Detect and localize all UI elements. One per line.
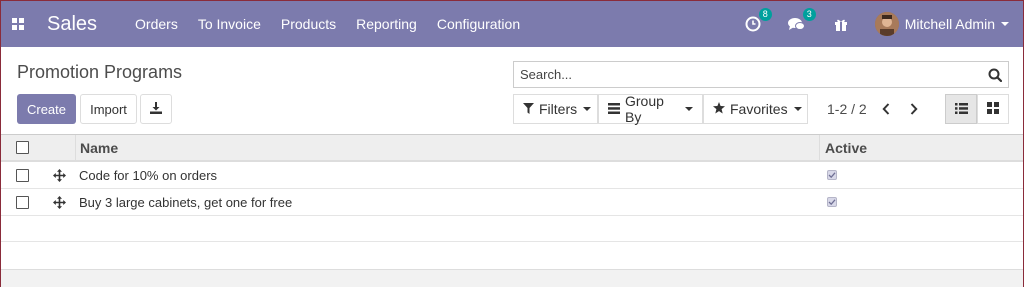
- gift-icon[interactable]: [831, 14, 851, 34]
- drag-handle-icon[interactable]: [43, 168, 75, 182]
- table-header: Name Active: [1, 134, 1023, 162]
- column-header-name[interactable]: Name: [75, 135, 819, 160]
- table-row[interactable]: Buy 3 large cabinets, get one for free: [1, 189, 1023, 216]
- user-name: Mitchell Admin: [904, 16, 995, 32]
- search-bar: [513, 61, 1009, 88]
- download-icon: [150, 101, 162, 117]
- kanban-view-icon: [987, 101, 999, 117]
- groupby-caret-icon: [685, 107, 693, 111]
- favorites-label: Favorites: [730, 101, 788, 117]
- row-name[interactable]: Buy 3 large cabinets, get one for free: [75, 195, 819, 210]
- activity-badge: 8: [758, 8, 772, 21]
- search-icon[interactable]: [982, 68, 1008, 82]
- menu-item-products[interactable]: Products: [281, 16, 336, 32]
- active-checkbox: [827, 197, 837, 207]
- pager-value[interactable]: 1-2 / 2: [827, 101, 867, 117]
- filters-dropdown[interactable]: Filters: [513, 94, 598, 124]
- systray: 8 3 Mitchell Admin: [743, 8, 1023, 36]
- row-checkbox[interactable]: [15, 168, 29, 182]
- row-active-cell: [819, 189, 1023, 215]
- row-active-cell: [819, 162, 1023, 188]
- favorites-dropdown[interactable]: Favorites: [703, 94, 808, 124]
- create-button[interactable]: Create: [17, 94, 76, 124]
- list-view-table: Name Active Code for 10% on orders Buy 3…: [1, 134, 1023, 242]
- app-brand[interactable]: Sales: [47, 13, 97, 36]
- messages-icon[interactable]: 3: [787, 8, 816, 34]
- row-select-cell: [1, 195, 43, 209]
- groupby-icon: [608, 101, 620, 117]
- empty-row: [1, 216, 1023, 242]
- menu-item-reporting[interactable]: Reporting: [356, 16, 417, 32]
- search-input[interactable]: [514, 62, 982, 87]
- user-avatar: [874, 12, 899, 36]
- list-view-button[interactable]: [945, 94, 977, 124]
- top-navbar: Sales Orders To Invoice Products Reporti…: [1, 1, 1023, 47]
- pager-previous-icon[interactable]: [877, 98, 895, 120]
- active-checkbox: [827, 170, 837, 180]
- star-icon: [713, 101, 725, 117]
- apps-menu-icon[interactable]: [1, 1, 35, 47]
- user-dropdown-caret-icon: [1001, 22, 1009, 26]
- groupby-dropdown[interactable]: Group By: [598, 93, 703, 125]
- user-menu[interactable]: Mitchell Admin: [874, 12, 1009, 36]
- row-name[interactable]: Code for 10% on orders: [75, 168, 819, 183]
- column-header-active[interactable]: Active: [819, 135, 1023, 160]
- menu-item-configuration[interactable]: Configuration: [437, 16, 520, 32]
- activity-clock-icon[interactable]: 8: [743, 8, 772, 34]
- groupby-label: Group By: [625, 93, 664, 125]
- messages-badge: 3: [802, 8, 816, 21]
- kanban-view-button[interactable]: [977, 94, 1009, 124]
- pager-next-icon[interactable]: [905, 98, 923, 120]
- row-select-cell: [1, 168, 43, 182]
- filters-label: Filters: [539, 101, 578, 117]
- filters-caret-icon: [583, 107, 592, 111]
- favorites-caret-icon: [793, 107, 802, 111]
- filter-icon: [523, 101, 534, 117]
- select-all-cell: [1, 141, 43, 154]
- drag-handle-icon[interactable]: [43, 195, 75, 209]
- table-row[interactable]: Code for 10% on orders: [1, 162, 1023, 189]
- breadcrumb-title: Promotion Programs: [17, 62, 183, 82]
- row-checkbox[interactable]: [15, 195, 29, 209]
- export-download-button[interactable]: [140, 94, 172, 124]
- view-switcher: [945, 94, 1009, 124]
- select-all-checkbox[interactable]: [15, 141, 29, 154]
- menu-item-to-invoice[interactable]: To Invoice: [198, 16, 261, 32]
- import-button[interactable]: Import: [80, 94, 137, 124]
- menu-item-orders[interactable]: Orders: [135, 16, 178, 32]
- list-view-icon: [954, 102, 968, 117]
- list-footer: [1, 269, 1023, 287]
